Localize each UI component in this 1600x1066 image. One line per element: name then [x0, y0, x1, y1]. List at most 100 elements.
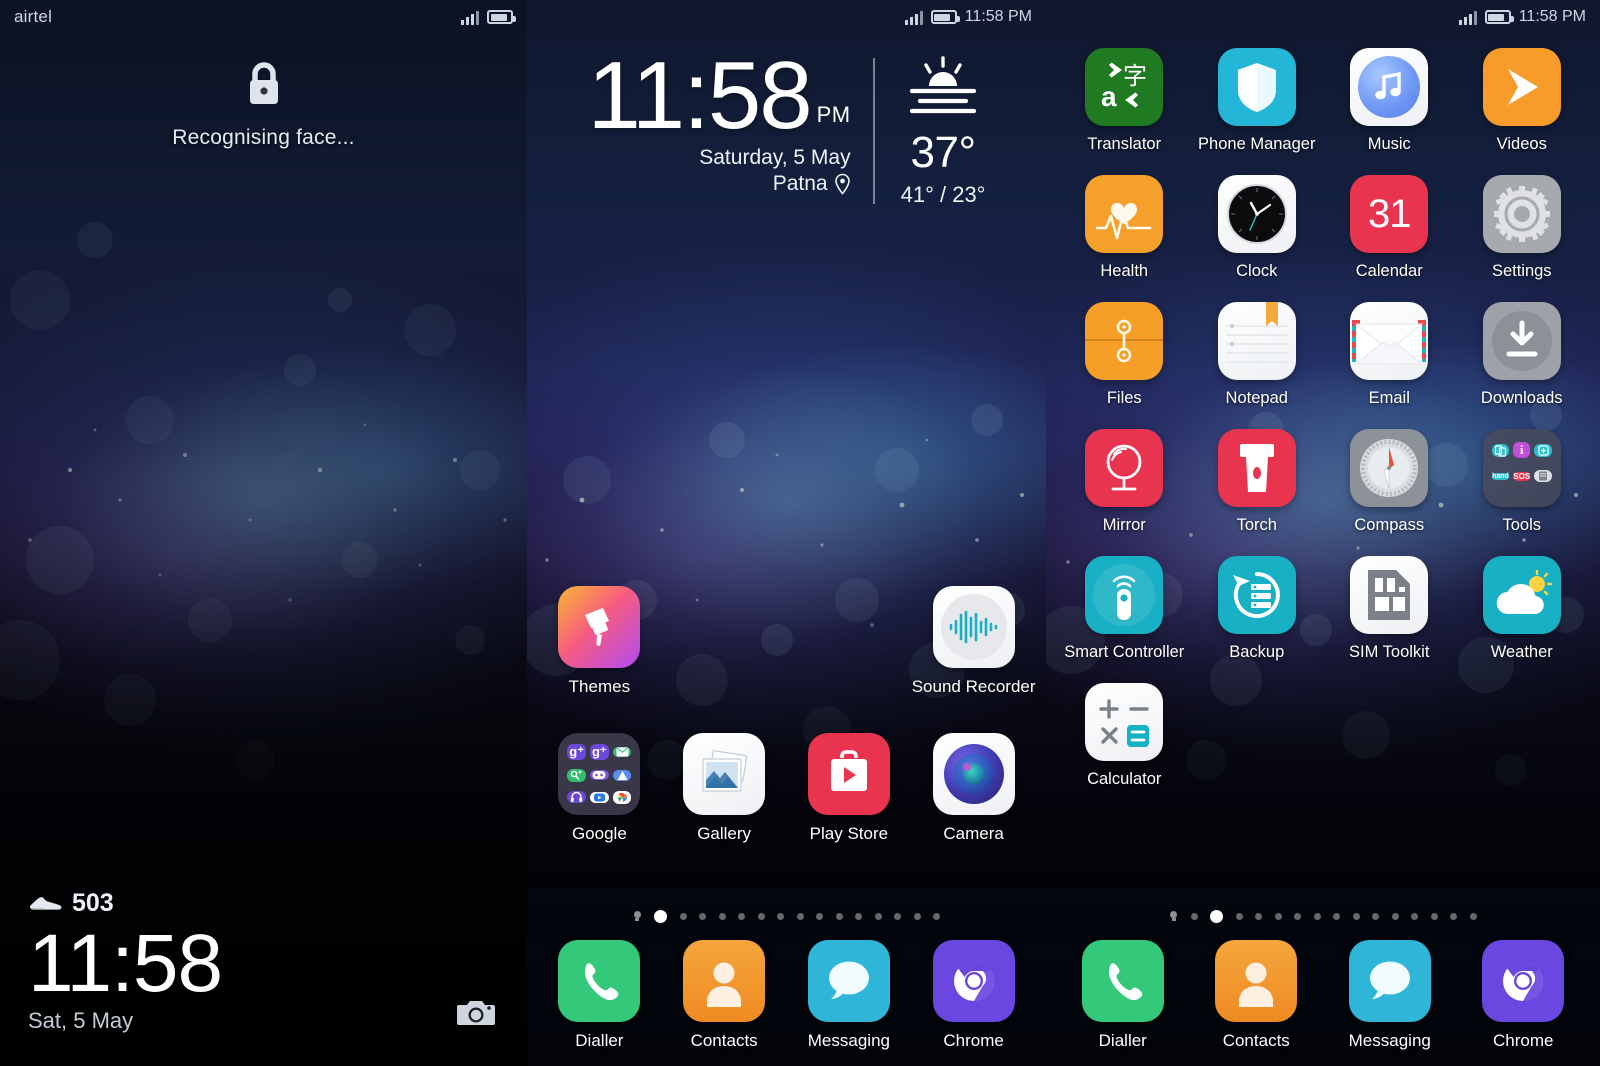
page-indicator-dot[interactable]	[738, 913, 746, 920]
app-label: Contacts	[690, 1031, 758, 1050]
page-indicator-dot[interactable]	[913, 913, 921, 920]
app-camera[interactable]: Camera	[911, 733, 1036, 844]
page-indicator-dot[interactable]	[1352, 913, 1360, 920]
dock-app-contacts[interactable]: Contacts	[1190, 940, 1324, 1051]
page-indicator-dot[interactable]	[835, 913, 843, 920]
dock-app-messaging[interactable]: Messaging	[1323, 940, 1457, 1051]
page-indicator-dot[interactable]	[894, 913, 902, 920]
app-label: Mirror	[1102, 516, 1146, 534]
app-calculator[interactable]: Calculator	[1058, 683, 1191, 789]
app-notepad[interactable]: Notepad	[1191, 302, 1324, 408]
dock-app-chrome[interactable]: Chrome	[1457, 940, 1591, 1051]
app-health[interactable]: Health	[1058, 175, 1191, 281]
page-indicator-home-dot[interactable]	[1169, 911, 1178, 922]
page-indicator-dot[interactable]	[1274, 913, 1282, 920]
app-label: Themes	[568, 677, 631, 696]
page-indicator-home-dot[interactable]	[633, 911, 642, 922]
page-indicator-dot[interactable]	[1255, 913, 1263, 920]
app-videos[interactable]: Videos	[1456, 48, 1589, 154]
page-indicator-dot[interactable]	[757, 913, 765, 920]
app-files[interactable]: Files	[1058, 302, 1191, 408]
page-indicator-dot[interactable]	[1190, 913, 1198, 920]
phone-manager-icon	[1217, 48, 1296, 126]
signal-bars-icon	[1458, 10, 1477, 25]
backup-icon	[1217, 556, 1296, 634]
page-indicator-dot[interactable]	[1333, 913, 1341, 920]
app-label: Play Store	[809, 824, 889, 843]
page-indicator-dot[interactable]	[1430, 913, 1438, 920]
page-indicator-dot[interactable]	[679, 913, 687, 920]
app-drawer-panel: 11:58 PM a 字 Translator Phone Manager Mu…	[1046, 0, 1600, 1066]
app-folder-tools[interactable]: i hand SOS Tools	[1456, 429, 1589, 535]
page-indicator-dot-active[interactable]	[654, 910, 668, 923]
page-indicator-dot[interactable]	[718, 913, 726, 920]
lockscreen-time: 11:58	[28, 917, 223, 1009]
page-indicator-dot[interactable]	[1313, 913, 1321, 920]
app-music[interactable]: Music	[1323, 48, 1456, 154]
widget-ampm: PM	[816, 102, 851, 128]
app-email[interactable]: Email	[1323, 302, 1456, 408]
page-indicator-dot[interactable]	[1469, 913, 1477, 920]
app-backup[interactable]: Backup	[1191, 556, 1324, 662]
app-downloads[interactable]: Downloads	[1456, 302, 1589, 408]
lockscreen-info: 503 11:58 Sat, 5 May	[28, 889, 223, 1034]
app-compass[interactable]: Compass	[1323, 429, 1456, 535]
page-indicator-dot[interactable]	[1450, 913, 1458, 920]
page-indicator-dot[interactable]	[777, 913, 785, 920]
app-settings[interactable]: Settings	[1456, 175, 1589, 281]
page-indicator-dot[interactable]	[699, 913, 707, 920]
app-label: Dialler	[1098, 1031, 1147, 1050]
app-clock[interactable]: Clock	[1191, 175, 1324, 281]
app-mirror[interactable]: Mirror	[1058, 429, 1191, 535]
page-indicator-dot[interactable]	[1235, 913, 1243, 920]
app-smart-controller[interactable]: Smart Controller	[1058, 556, 1191, 662]
app-themes[interactable]: Themes	[537, 586, 662, 697]
dock-app-contacts[interactable]: Contacts	[662, 940, 787, 1051]
page-indicator-dot[interactable]	[855, 913, 863, 920]
app-label: Clock	[1236, 262, 1278, 280]
app-phone-manager[interactable]: Phone Manager	[1191, 48, 1324, 154]
clock-weather-widget[interactable]: 11:58 PM Saturday, 5 May Patna 37° 41° /…	[527, 47, 1046, 208]
page-indicator-dot[interactable]	[816, 913, 824, 920]
chrome-icon	[1482, 940, 1565, 1022]
dock-app-dialler[interactable]: Dialler	[1056, 940, 1190, 1051]
page-indicator-dot[interactable]	[796, 913, 804, 920]
play-store-icon	[807, 733, 890, 815]
downloads-icon	[1482, 302, 1561, 380]
page-indicator-dot-active[interactable]	[1210, 910, 1224, 923]
page-indicator-dot[interactable]	[1391, 913, 1399, 920]
page-indicator-dot[interactable]	[933, 913, 941, 920]
home-dock: Dialler Contacts Messaging Chrome	[527, 888, 1046, 1066]
home-statusbar: 11:58 PM	[527, 0, 1046, 34]
lockscreen-date: Sat, 5 May	[28, 1008, 134, 1033]
notepad-icon	[1217, 302, 1296, 380]
three-panel-screenshot: airtel Recognising face... 503 11:58 Sat…	[0, 0, 1600, 1066]
clock-column: 11:58 PM Saturday, 5 May Patna	[588, 47, 873, 196]
app-folder-google[interactable]: g⁺ g⁺ Google	[537, 733, 662, 844]
app-sim-toolkit[interactable]: SIM Toolkit	[1323, 556, 1456, 662]
app-label: Camera	[943, 824, 1004, 843]
page-indicator-dot[interactable]	[1372, 913, 1380, 920]
app-translator[interactable]: a 字 Translator	[1058, 48, 1191, 154]
app-label: Videos	[1496, 135, 1547, 153]
dock-app-messaging[interactable]: Messaging	[787, 940, 912, 1051]
app-sound-recorder[interactable]: Sound Recorder	[911, 586, 1036, 697]
page-indicator-dots[interactable]	[1046, 910, 1600, 923]
page-indicator-dots[interactable]	[527, 910, 1046, 923]
page-indicator-dot[interactable]	[1411, 913, 1419, 920]
app-calendar[interactable]: 31 Calendar	[1323, 175, 1456, 281]
signal-bars-icon	[904, 10, 923, 25]
dock-app-dialler[interactable]: Dialler	[537, 940, 662, 1051]
app-play-store[interactable]: Play Store	[787, 733, 912, 844]
page-indicator-dot[interactable]	[1294, 913, 1302, 920]
page-indicator-dot[interactable]	[874, 913, 882, 920]
app-label: Notepad	[1225, 389, 1288, 407]
app-label: Torch	[1236, 516, 1277, 534]
camera-shutter-icon[interactable]	[457, 997, 495, 1032]
app-gallery[interactable]: Gallery	[662, 733, 787, 844]
lockscreen-statusbar: airtel	[0, 0, 527, 34]
app-weather[interactable]: Weather	[1456, 556, 1589, 662]
app-label: Calendar	[1355, 262, 1423, 280]
dock-app-chrome[interactable]: Chrome	[911, 940, 1036, 1051]
app-torch[interactable]: Torch	[1191, 429, 1324, 535]
